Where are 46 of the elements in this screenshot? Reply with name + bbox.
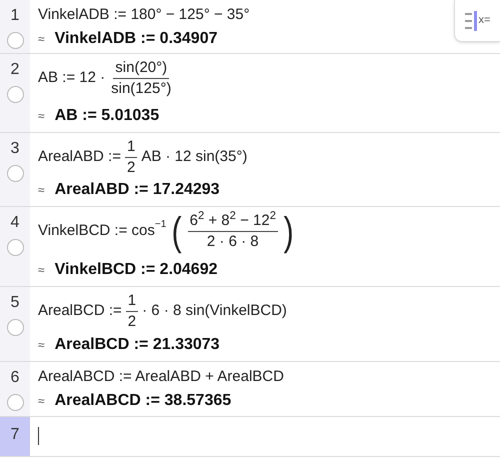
- expression-text: VinkelADB := 180° − 125° − 35°: [38, 5, 250, 25]
- expression-text: VinkelBCD := cos: [38, 221, 155, 242]
- expression-text: ArealABCD := ArealABD + ArealBCD: [38, 367, 284, 387]
- approx-sign: ≈: [38, 182, 45, 199]
- visibility-toggle[interactable]: [6, 165, 24, 182]
- row-number: 3: [10, 139, 20, 159]
- visibility-toggle[interactable]: [6, 239, 24, 256]
- approx-sign: ≈: [38, 337, 45, 354]
- row-number: 7: [10, 425, 20, 445]
- numerator: 1: [124, 137, 138, 158]
- result-text: ArealABD := 17.24293: [54, 180, 220, 200]
- expression-text: AB · 12 sin(35°): [141, 147, 248, 168]
- denominator: sin(125°): [110, 79, 172, 99]
- approx-sign: ≈: [38, 392, 45, 410]
- result-text: VinkelBCD := 2.04692: [54, 260, 218, 280]
- visibility-toggle[interactable]: [6, 319, 24, 336]
- result-text: ArealBCD := 21.33073: [54, 335, 220, 355]
- parenthesis: (: [172, 212, 182, 252]
- visibility-toggle[interactable]: [6, 394, 24, 411]
- numerator: 1: [126, 291, 138, 312]
- result-text: AB := 5.01035: [54, 106, 160, 126]
- row-number: 4: [10, 213, 20, 233]
- list-icon: [464, 10, 477, 30]
- row-number: 5: [10, 293, 20, 313]
- exponent: −1: [154, 218, 166, 232]
- expression-text: ArealBCD :=: [38, 301, 122, 322]
- numerator: sin(20°): [113, 58, 170, 79]
- parenthesis: ): [284, 212, 294, 252]
- numerator: 6$^{2}$ + 8$^{2}$ − 12$^{2}$: [188, 211, 278, 232]
- row-number: 1: [10, 6, 20, 26]
- expression-text: · 6 · 8 sin(VinkelBCD): [142, 301, 287, 322]
- expression-text: ArealABD :=: [38, 147, 121, 168]
- approx-sign: ≈: [38, 30, 45, 48]
- denominator: 2: [126, 158, 136, 178]
- approx-sign: ≈: [38, 108, 45, 125]
- result-text: ArealABCD := 38.57365: [54, 390, 232, 410]
- toggle-button[interactable]: x=: [454, 0, 500, 42]
- denominator: 2: [126, 312, 138, 332]
- row-number: 6: [10, 368, 20, 388]
- expression-text: AB := 12 ·: [38, 68, 106, 88]
- approx-sign: ≈: [38, 262, 45, 279]
- visibility-toggle[interactable]: [6, 86, 24, 103]
- result-text: VinkelADB := 0.34907: [54, 28, 218, 48]
- visibility-toggle[interactable]: [6, 32, 24, 49]
- denominator: 2 · 6 · 8: [206, 232, 260, 252]
- row-number: 2: [10, 60, 20, 80]
